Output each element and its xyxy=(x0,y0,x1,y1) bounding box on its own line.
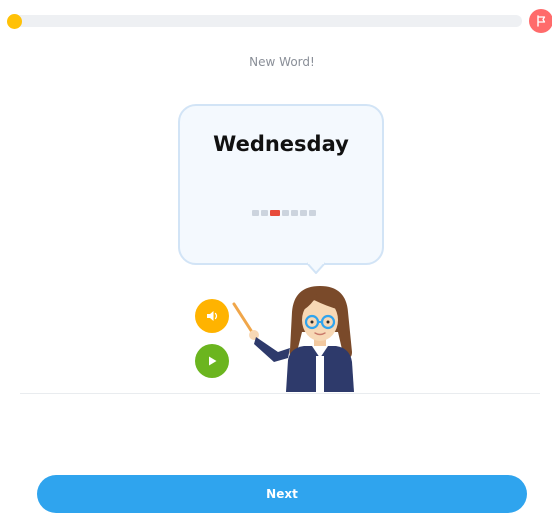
calendar-day-active xyxy=(270,210,280,216)
calendar-day xyxy=(291,210,298,216)
flag-icon xyxy=(537,15,546,27)
play-audio-button[interactable] xyxy=(195,299,229,333)
report-flag-button[interactable] xyxy=(529,9,552,33)
speaker-icon xyxy=(207,311,218,321)
play-icon xyxy=(209,356,217,366)
vocabulary-word: Wednesday xyxy=(213,132,349,156)
week-calendar xyxy=(252,210,316,216)
calendar-day xyxy=(300,210,307,216)
calendar-day xyxy=(282,210,289,216)
next-button[interactable]: Next xyxy=(37,475,527,513)
calendar-day xyxy=(309,210,316,216)
progress-indicator xyxy=(7,14,22,29)
lesson-subtitle: New Word! xyxy=(249,55,315,69)
calendar-day xyxy=(252,210,259,216)
word-card: Wednesday xyxy=(178,104,384,265)
teacher-illustration xyxy=(232,286,354,392)
play-video-button[interactable] xyxy=(195,344,229,378)
bubble-tail xyxy=(307,262,325,274)
divider xyxy=(20,393,540,394)
progress-bar xyxy=(14,15,522,27)
calendar-day xyxy=(261,210,268,216)
